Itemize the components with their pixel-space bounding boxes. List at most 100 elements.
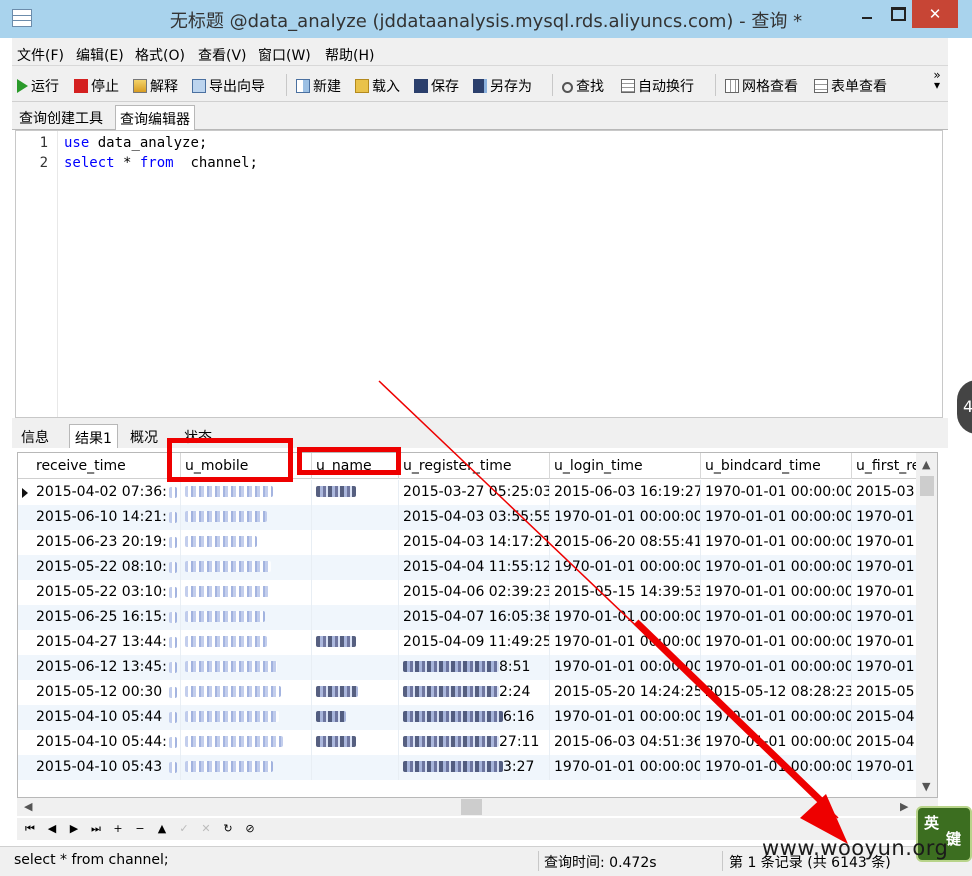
cell-u-register-time[interactable]: 2015-04-09 11:49:25 [399,630,550,655]
cell-u-register-time[interactable]: 2015-03-27 05:25:03 [399,480,550,505]
tab-info[interactable]: 信息 [16,424,54,448]
sql-editor[interactable]: 1 use data_analyze; 2 select * from chan… [15,130,943,418]
cell-u-mobile[interactable] [181,605,312,630]
code-line[interactable]: use data_analyze; [64,135,207,151]
table-row[interactable]: 2015-04-02 07:36: 2015-03-27 05:25:03 2015… [18,480,932,505]
cell-u-bindcard-time[interactable]: 1970-01-01 00:00:00 [701,605,852,630]
cell-u-mobile[interactable] [181,580,312,605]
tab-result-1[interactable]: 结果1 [69,424,118,448]
discard-changes-icon[interactable]: ✕ [197,820,215,838]
last-record-icon[interactable]: ⏭ [87,820,105,838]
table-row[interactable]: 2015-04-10 05:44: 27:11 2015-06-03 04:51:3… [18,730,932,755]
table-row[interactable]: 2015-06-23 20:19: 2015-04-03 14:17:21 2015… [18,530,932,555]
menu-format[interactable]: 格式(O) [135,45,185,65]
cell-u-mobile[interactable] [181,505,312,530]
horizontal-scroll-thumb[interactable] [461,799,482,815]
cell-u-bindcard-time[interactable]: 1970-01-01 00:00:00 [701,705,852,730]
column-header-u-register-time[interactable]: u_register_time [399,453,550,479]
cell-u-mobile[interactable] [181,755,312,780]
first-record-icon[interactable]: ⏮ [21,820,39,838]
menu-view[interactable]: 查看(V) [198,45,247,65]
cell-receive-time[interactable]: 2015-05-22 03:10: [32,580,181,605]
cell-u-bindcard-time[interactable]: 1970-01-01 00:00:00 [701,480,852,505]
cell-u-login-time[interactable]: 2015-06-03 16:19:27 [550,480,701,505]
form-view-button[interactable]: 表单查看 [814,76,887,96]
cell-receive-time[interactable]: 2015-06-12 13:45: [32,655,181,680]
column-header-u-bindcard-time[interactable]: u_bindcard_time [701,453,852,479]
next-record-icon[interactable]: ▶ [65,820,83,838]
scroll-right-icon[interactable]: ▶ [900,800,908,813]
table-row[interactable]: 2015-06-25 16:15: 2015-04-07 16:05:38 1970… [18,605,932,630]
close-button[interactable]: ✕ [912,0,958,28]
cell-u-login-time[interactable]: 2015-06-20 08:55:41 [550,530,701,555]
table-row[interactable]: 2015-05-22 08:10: 2015-04-04 11:55:12 1970… [18,555,932,580]
delete-record-icon[interactable]: − [131,820,149,838]
explain-button[interactable]: 解释 [133,76,178,96]
cell-u-mobile[interactable] [181,555,312,580]
cell-u-bindcard-time[interactable]: 1970-01-01 00:00:00 [701,630,852,655]
table-row[interactable]: 2015-04-10 05:43 3:27 1970-01-01 00:00:00 1… [18,755,932,780]
cell-u-register-time[interactable]: 8:51 [399,655,550,680]
cell-u-register-time[interactable]: 27:11 [399,730,550,755]
cell-u-name[interactable] [312,655,399,680]
maximize-button[interactable] [883,0,911,28]
cell-receive-time[interactable]: 2015-04-02 07:36: [32,480,181,505]
cell-u-login-time[interactable]: 2015-05-20 14:24:25 [550,680,701,705]
cell-u-register-time[interactable]: 2015-04-07 16:05:38 [399,605,550,630]
code-line[interactable]: select * from channel; [64,155,258,171]
cell-receive-time[interactable]: 2015-04-27 13:44: [32,630,181,655]
save-as-button[interactable]: 另存为 [473,76,532,96]
table-row[interactable]: 2015-04-27 13:44: 2015-04-09 11:49:25 1970… [18,630,932,655]
table-row[interactable]: 2015-05-22 03:10: 2015-04-06 02:39:23 2015… [18,580,932,605]
cell-u-login-time[interactable]: 1970-01-01 00:00:00 [550,630,701,655]
cell-u-register-time[interactable]: 3:27 [399,755,550,780]
cell-u-register-time[interactable]: 2015-04-03 14:17:21 [399,530,550,555]
menu-edit[interactable]: 编辑(E) [76,45,124,65]
cell-u-name[interactable] [312,680,399,705]
table-row[interactable]: 2015-05-12 00:30 2:24 2015-05-20 14:24:25 2… [18,680,932,705]
edit-record-icon[interactable]: ▲ [153,820,171,838]
run-button[interactable]: 运行 [17,76,59,96]
save-button[interactable]: 保存 [414,76,459,96]
table-row[interactable]: 2015-04-10 05:44 6:16 1970-01-01 00:00:00 1… [18,705,932,730]
cell-receive-time[interactable]: 2015-05-12 00:30 [32,680,181,705]
cell-u-bindcard-time[interactable]: 1970-01-01 00:00:00 [701,530,852,555]
result-grid[interactable]: receive_time u_mobile u_name u_register_tim… [17,452,938,798]
cell-u-register-time[interactable]: 2015-04-06 02:39:23 [399,580,550,605]
menu-file[interactable]: 文件(F) [17,45,64,65]
cell-u-name[interactable] [312,605,399,630]
table-row[interactable]: 2015-06-10 14:21: 2015-04-03 03:55:55 1970… [18,505,932,530]
cell-u-login-time[interactable]: 1970-01-01 00:00:00 [550,755,701,780]
cell-u-mobile[interactable] [181,680,312,705]
cell-u-bindcard-time[interactable]: 1970-01-01 00:00:00 [701,655,852,680]
cell-u-mobile[interactable] [181,480,312,505]
cell-u-register-time[interactable]: 2015-04-03 03:55:55 [399,505,550,530]
vertical-scrollbar[interactable] [916,453,937,797]
stop-refresh-icon[interactable]: ⊘ [241,820,259,838]
grid-view-button[interactable]: 网格查看 [725,76,798,96]
tab-query-builder[interactable]: 查询创建工具 [15,105,107,130]
cell-u-bindcard-time[interactable]: 1970-01-01 00:00:00 [701,755,852,780]
menu-help[interactable]: 帮助(H) [325,45,374,65]
cell-u-name[interactable] [312,630,399,655]
cell-u-name[interactable] [312,580,399,605]
cell-u-login-time[interactable]: 2015-06-03 04:51:36 [550,730,701,755]
vertical-scroll-thumb[interactable] [920,476,934,496]
cell-u-login-time[interactable]: 1970-01-01 00:00:00 [550,705,701,730]
cell-u-bindcard-time[interactable]: 1970-01-01 00:00:00 [701,555,852,580]
stop-button[interactable]: 停止 [74,76,119,96]
cell-receive-time[interactable]: 2015-06-10 14:21: [32,505,181,530]
new-button[interactable]: 新建 [296,76,341,96]
scroll-left-icon[interactable]: ◀ [24,800,32,813]
cell-u-name[interactable] [312,480,399,505]
cell-u-mobile[interactable] [181,530,312,555]
cell-u-login-time[interactable]: 1970-01-01 00:00:00 [550,605,701,630]
cell-u-login-time[interactable]: 1970-01-01 00:00:00 [550,505,701,530]
word-wrap-button[interactable]: 自动换行 [621,76,694,96]
cell-u-bindcard-time[interactable]: 2015-05-12 08:28:23 [701,680,852,705]
cell-u-name[interactable] [312,730,399,755]
cell-receive-time[interactable]: 2015-06-25 16:15: [32,605,181,630]
menu-window[interactable]: 窗口(W) [258,45,311,65]
cell-u-mobile[interactable] [181,655,312,680]
cell-receive-time[interactable]: 2015-04-10 05:44 [32,705,181,730]
